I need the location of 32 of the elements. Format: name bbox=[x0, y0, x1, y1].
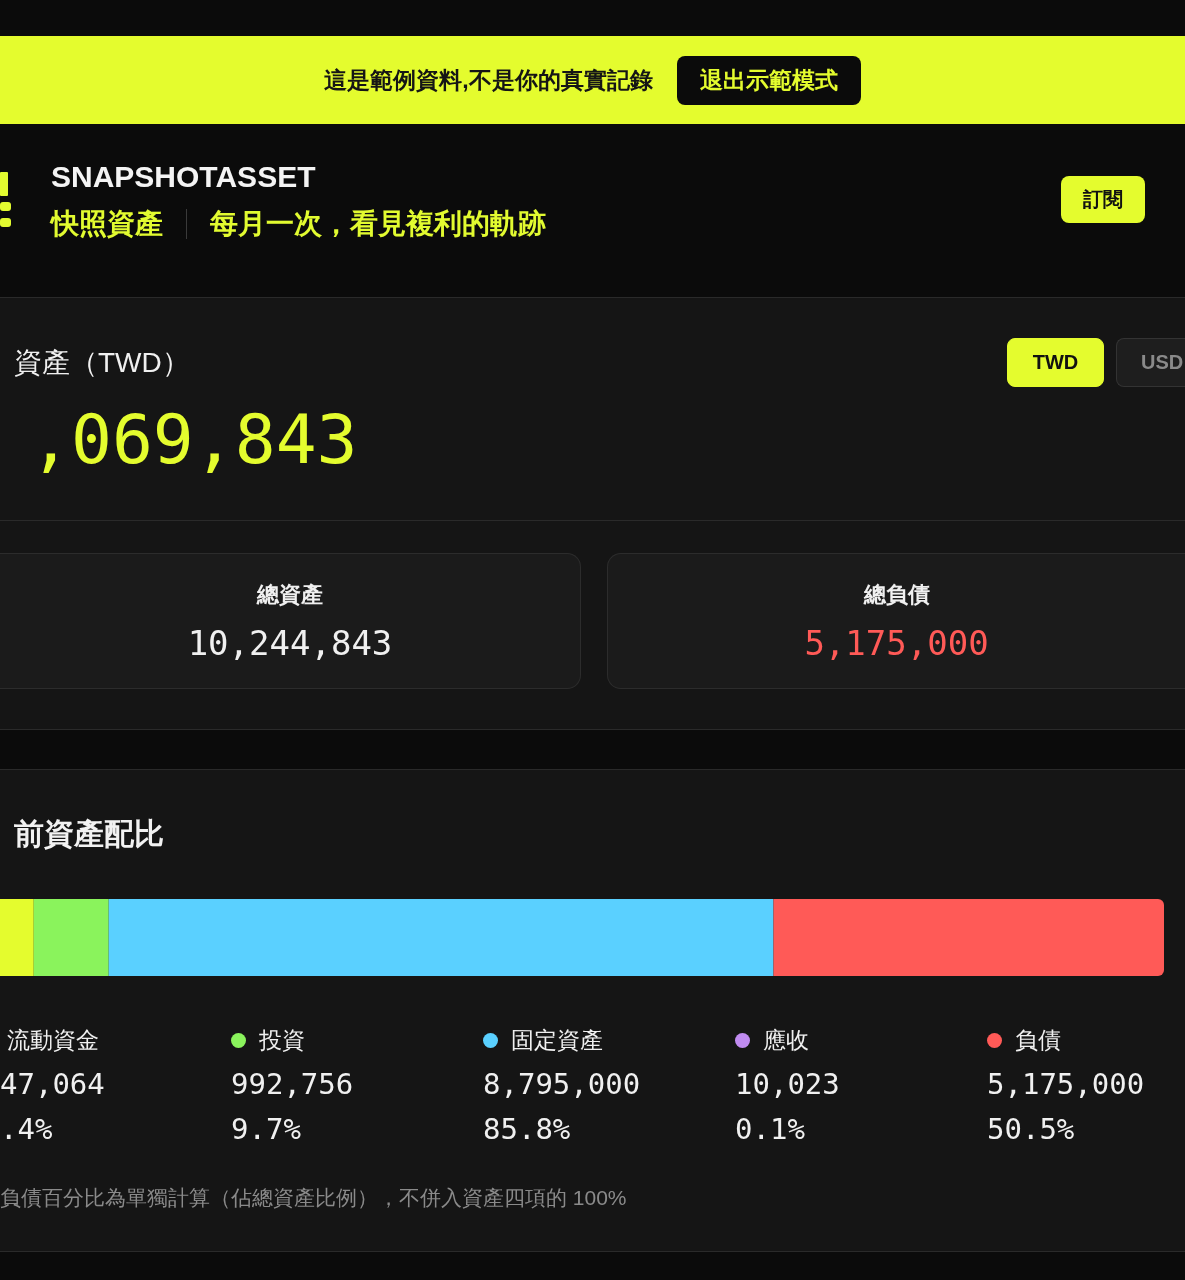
legend-label: 流動資金 bbox=[7, 1026, 99, 1054]
section-title: 前資產配比 bbox=[14, 816, 164, 852]
legend-percent: 50.5% bbox=[987, 1111, 1075, 1148]
legend-percent: 9.7% bbox=[231, 1111, 301, 1148]
banner-message: 這是範例資料,不是你的真實記錄 bbox=[324, 66, 653, 95]
card-label: 總資產 bbox=[257, 581, 323, 609]
net-worth-label: 資產（TWD） bbox=[13, 345, 190, 380]
legend-percent: 85.8% bbox=[483, 1111, 571, 1148]
card-label: 總負債 bbox=[863, 581, 930, 609]
footnote: 負債百分比為單獨計算（佔總資產比例），不併入資產四項的 100% bbox=[0, 1185, 627, 1211]
legend-percent: .4% bbox=[0, 1111, 53, 1148]
exit-demo-button[interactable]: 退出示範模式 bbox=[676, 55, 861, 105]
legend-amount: 10,023 bbox=[735, 1066, 840, 1103]
currency-tab[interactable]: USD bbox=[1116, 338, 1185, 387]
legend-label: 投資 bbox=[259, 1026, 305, 1054]
legend-amount: 5,175,000 bbox=[987, 1066, 1145, 1103]
app-name: 快照資產 bbox=[51, 206, 163, 241]
legend-percent: 0.1% bbox=[735, 1111, 805, 1148]
card-value: 5,175,000 bbox=[804, 622, 989, 665]
currency-tab[interactable]: TWD bbox=[1007, 338, 1104, 387]
legend-amount: 8,795,000 bbox=[483, 1066, 641, 1103]
app-title: SNAPSHOTASSET bbox=[51, 158, 316, 195]
logo-icon bbox=[0, 171, 12, 228]
subscribe-button[interactable]: 訂閱 bbox=[1061, 176, 1145, 223]
legend-amount: 992,756 bbox=[231, 1066, 354, 1103]
net-worth-value: ,069,843 bbox=[30, 400, 358, 480]
legend-amount: 47,064 bbox=[0, 1066, 105, 1103]
app-tagline: 每月一次，看見複利的軌跡 bbox=[210, 206, 546, 241]
legend-label: 負債 bbox=[1015, 1026, 1061, 1054]
legend-label: 應收 bbox=[763, 1026, 809, 1054]
card-value: 10,244,843 bbox=[187, 622, 393, 665]
legend-label: 固定資產 bbox=[511, 1026, 603, 1054]
